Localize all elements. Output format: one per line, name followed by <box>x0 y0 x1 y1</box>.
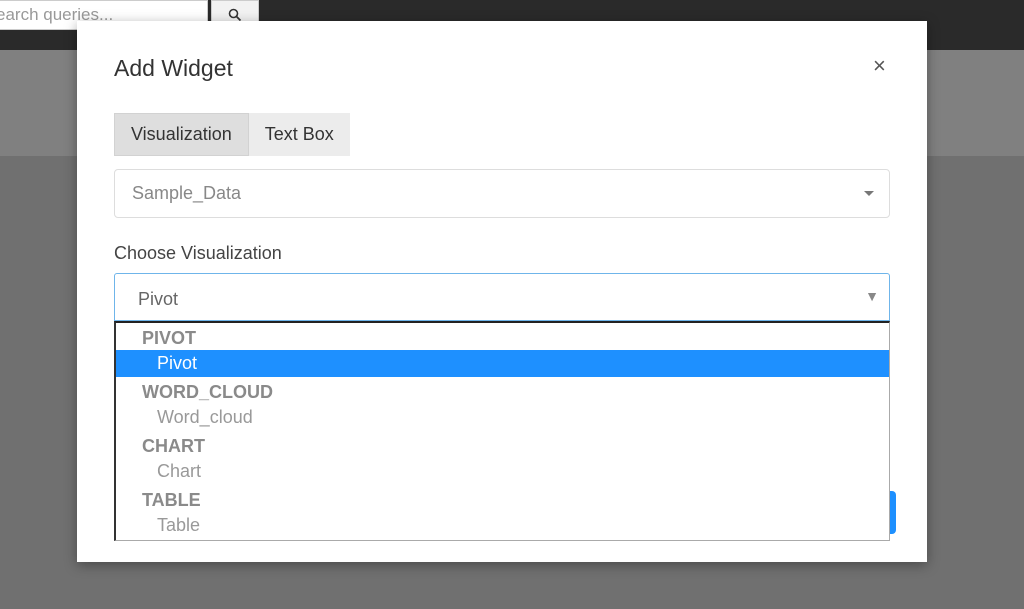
widget-type-tabs: Visualization Text Box <box>114 113 350 156</box>
option-group-pivot: PIVOT <box>142 328 197 348</box>
close-icon[interactable]: × <box>873 54 886 78</box>
option-table[interactable]: Table <box>116 512 889 539</box>
option-word-cloud[interactable]: Word_cloud <box>116 404 889 431</box>
visualization-options-list: PIVOT Pivot WORD_CLOUD Word_cloud CHART … <box>114 321 890 541</box>
dialog-title: Add Widget <box>114 55 233 81</box>
choose-visualization-label: Choose Visualization <box>114 243 282 263</box>
visualization-select-value: Pivot <box>138 289 179 309</box>
add-widget-dialog: Add Widget × Visualization Text Box Samp… <box>77 21 927 562</box>
option-group-chart: CHART <box>142 436 205 456</box>
option-group-table: TABLE <box>142 490 201 510</box>
caret-down-icon <box>864 191 874 196</box>
option-pivot[interactable]: Pivot <box>116 350 889 377</box>
dropdown-arrow-icon: ▼ <box>865 288 879 304</box>
data-source-value: Sample_Data <box>132 183 242 203</box>
option-group-word-cloud: WORD_CLOUD <box>142 382 273 402</box>
data-source-select[interactable]: Sample_Data <box>114 169 890 218</box>
visualization-select[interactable]: Pivot ▼ <box>114 273 890 321</box>
option-chart[interactable]: Chart <box>116 458 889 485</box>
tab-visualization[interactable]: Visualization <box>114 113 249 156</box>
tab-text-box[interactable]: Text Box <box>248 113 350 156</box>
search-icon <box>228 8 242 22</box>
